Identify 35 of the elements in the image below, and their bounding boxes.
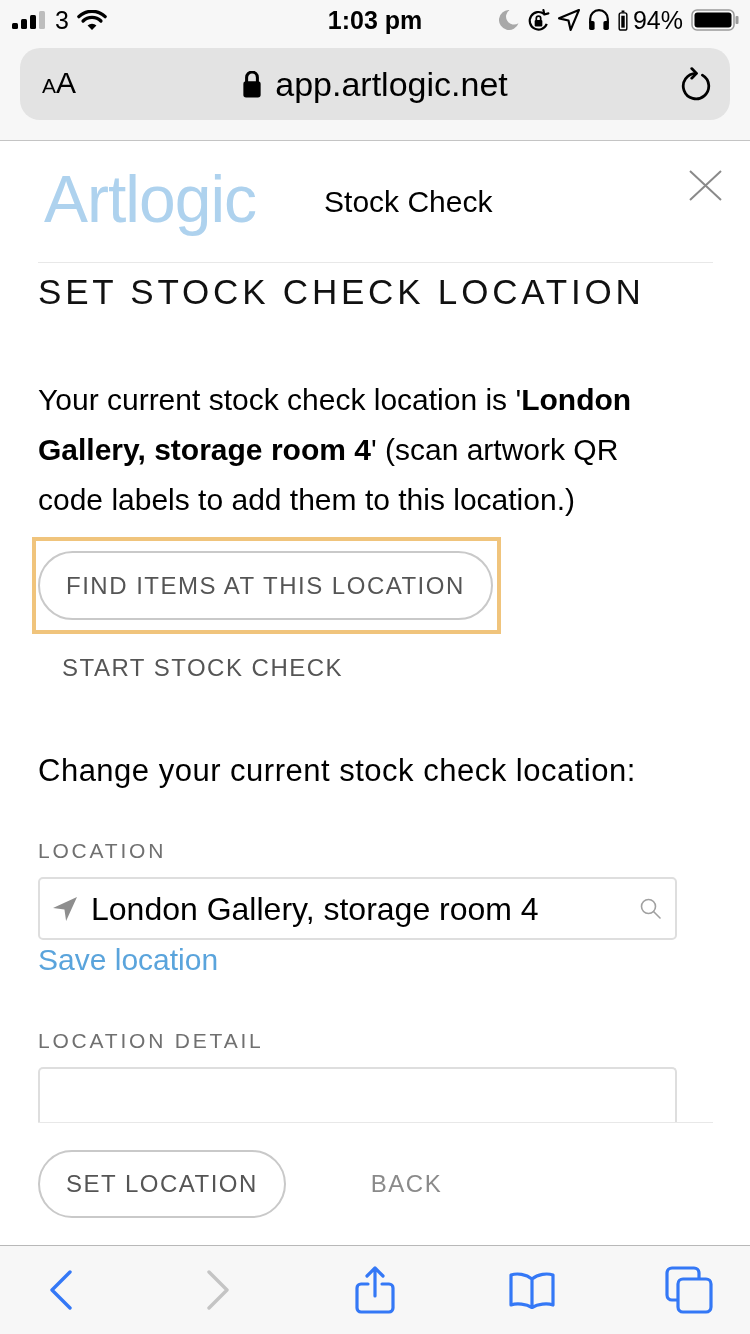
set-location-button[interactable]: SET LOCATION: [38, 1150, 286, 1218]
rotation-lock-icon: [526, 8, 550, 32]
clock-time: 1:03 pm: [327, 6, 423, 34]
text-size-button[interactable]: AA: [42, 65, 77, 103]
field-label: LOCATION: [38, 838, 167, 864]
find-items-button[interactable]: FIND ITEMS AT THIS LOCATION: [38, 551, 493, 620]
share-icon[interactable]: [355, 1266, 395, 1314]
address-bar[interactable]: AA app.artlogic.net: [20, 48, 730, 120]
lock-icon: [242, 70, 263, 98]
url-text: app.artlogic.net: [275, 64, 508, 104]
page-title: Stock Check: [324, 183, 493, 220]
battery-icon: [691, 9, 739, 31]
headphones-icon: [587, 9, 610, 31]
moon-icon: [498, 10, 519, 30]
field-label: LOCATION DETAIL: [38, 1028, 264, 1054]
battery-percentage: 94%: [632, 6, 683, 34]
change-location-prompt: Change your current stock check location:: [38, 752, 637, 790]
chevron-left-icon[interactable]: [49, 1270, 73, 1310]
tabs-icon[interactable]: [665, 1266, 713, 1314]
wifi-icon: [76, 9, 107, 31]
signal-icon: [12, 11, 45, 29]
location-arrow-icon: [557, 9, 580, 31]
start-stock-check-button[interactable]: START STOCK CHECK: [38, 648, 368, 688]
section-heading: SET STOCK CHECK LOCATION: [38, 271, 646, 313]
location-field[interactable]: London Gallery, storage room 4: [38, 877, 677, 940]
close-icon[interactable]: [689, 170, 722, 201]
location-description: Your current stock check location is 'London Gallery, storage room 4' (scan artwork QR code labels to add them to this location.): [38, 382, 633, 518]
carrier-name: 3: [55, 6, 69, 34]
small-battery-icon: [617, 9, 628, 31]
navigation-arrow-icon: [53, 896, 77, 921]
reload-icon[interactable]: [680, 67, 712, 101]
location-detail-field[interactable]: [38, 1067, 677, 1122]
open-book-icon[interactable]: [509, 1271, 555, 1309]
logo: Artlogic: [44, 162, 257, 235]
search-icon[interactable]: [640, 898, 661, 919]
